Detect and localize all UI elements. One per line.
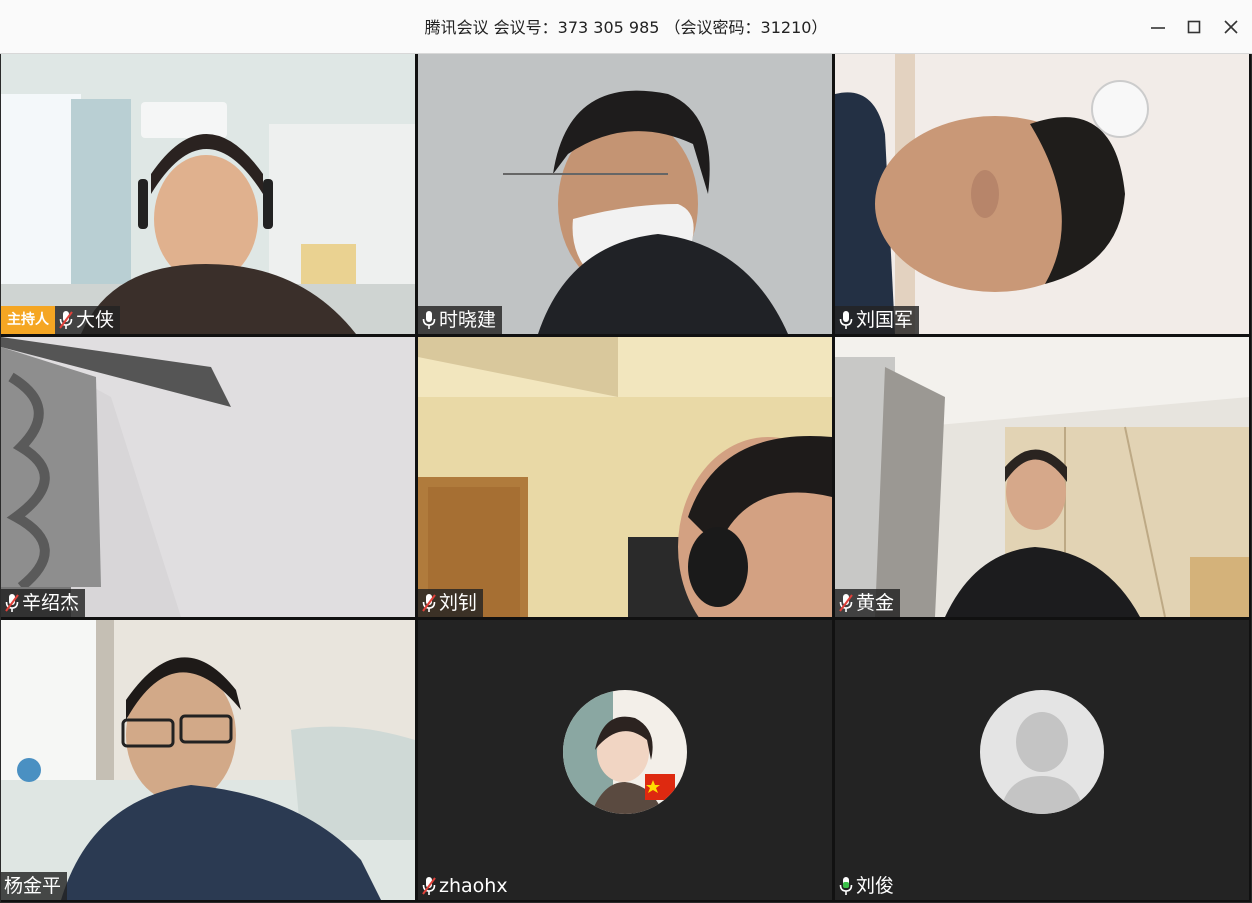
participant-label: 黄金 [835,589,901,617]
participant-tile-3[interactable]: 刘国军 [835,54,1249,334]
participant-name: 时晓建 [439,309,497,331]
participant-label: 杨金平 [1,872,68,900]
close-button[interactable] [1218,14,1244,40]
title-bar: 腾讯会议 会议号：373 305 985 （会议密码：31210） [0,0,1252,54]
participant-tile-1[interactable]: 主持人 大侠 [1,54,415,334]
participant-tile-2[interactable]: 时晓建 [418,54,832,334]
mic-icon [838,310,854,330]
participant-label: 时晓建 [418,306,503,334]
participant-name: 大侠 [76,309,115,331]
participant-label: 辛绍杰 [1,589,86,617]
mic-muted-icon [58,310,74,330]
video-feed [835,337,1249,617]
participant-tile-8[interactable]: zhaohx [418,620,832,900]
mic-muted-icon [4,593,20,613]
mic-speaking-icon [838,876,854,896]
video-feed [1,620,415,900]
video-feed [418,337,832,617]
participant-name: 杨金平 [4,875,62,897]
participant-tile-7[interactable]: 杨金平 [1,620,415,900]
maximize-button[interactable] [1181,14,1207,40]
participant-label: 刘俊 [835,872,901,900]
mic-muted-icon [421,876,437,896]
mic-muted-icon [421,593,437,613]
participant-name: 黄金 [856,592,895,614]
participant-label: zhaohx [418,872,514,900]
video-feed [1,54,415,334]
participant-name: 刘国军 [856,309,914,331]
video-feed [1,337,415,617]
participant-avatar [563,690,687,814]
mic-muted-icon [838,593,854,613]
maximize-icon [1187,20,1201,34]
host-badge: 主持人 [1,306,55,334]
participant-tile-4[interactable]: 辛绍杰 [1,337,415,617]
participant-label: 刘钊 [418,589,484,617]
minimize-icon [1151,27,1165,29]
participant-name: zhaohx [439,875,508,897]
participant-name: 刘俊 [856,875,895,897]
participant-tile-5[interactable]: 刘钊 [418,337,832,617]
participant-label: 主持人 大侠 [1,306,121,334]
default-avatar-icon [980,690,1104,814]
participant-name: 辛绍杰 [22,592,80,614]
participant-tile-9[interactable]: 刘俊 [835,620,1249,900]
video-feed [835,54,1249,334]
participant-name: 刘钊 [439,592,478,614]
participant-tile-6[interactable]: 黄金 [835,337,1249,617]
video-grid: 主持人 大侠 时晓建 刘国军 辛绍杰 刘钊 黄金 杨金平 zhaohx 刘俊 [1,54,1251,902]
minimize-button[interactable] [1145,14,1171,40]
window-title: 腾讯会议 会议号：373 305 985 （会议密码：31210） [424,18,828,37]
mic-icon [421,310,437,330]
close-icon [1224,20,1238,34]
video-feed [418,54,832,334]
participant-label: 刘国军 [835,306,920,334]
